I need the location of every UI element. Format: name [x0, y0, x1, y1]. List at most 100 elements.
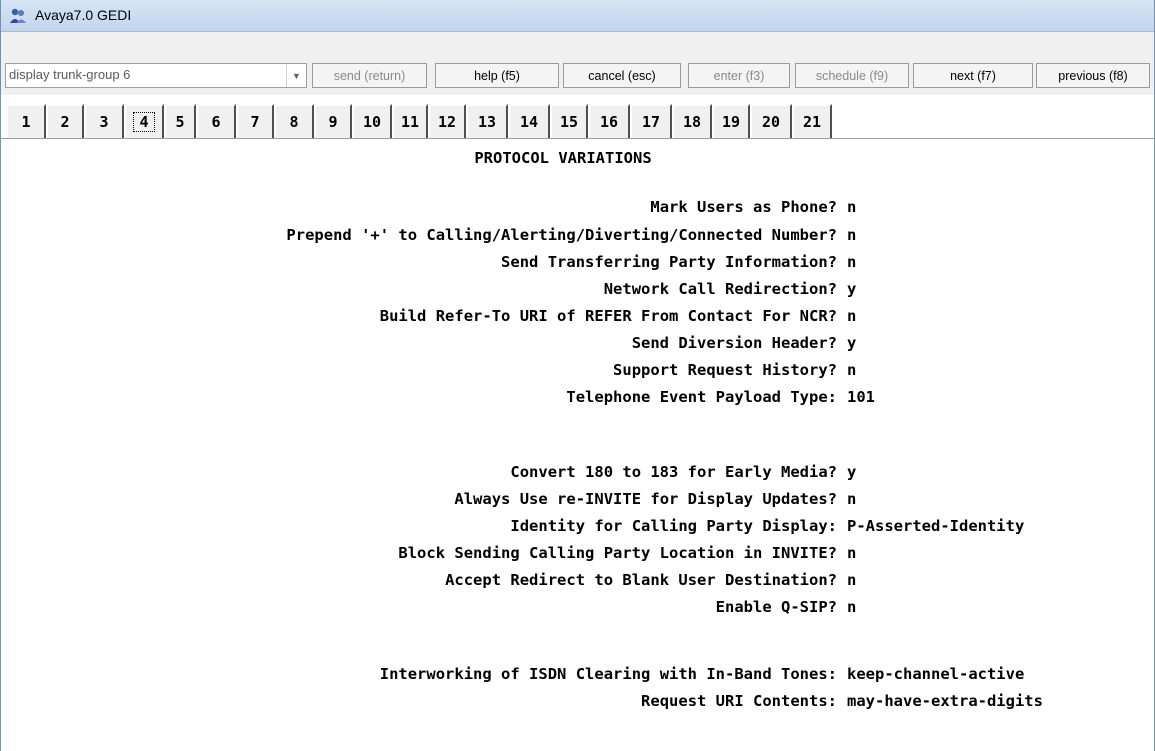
tab-17[interactable]: 17 [630, 104, 672, 138]
field-value[interactable]: y [847, 280, 856, 298]
field-label: Block Sending Calling Party Location in … [398, 544, 837, 562]
send-button[interactable]: send (return) [312, 63, 427, 88]
tab-label: 16 [599, 113, 619, 131]
next-button[interactable]: next (f7) [913, 63, 1033, 88]
tab-14[interactable]: 14 [508, 104, 550, 138]
field-value[interactable]: 101 [847, 388, 875, 406]
tab-3[interactable]: 3 [84, 104, 124, 138]
field-value[interactable]: y [847, 334, 856, 352]
tab-13[interactable]: 13 [466, 104, 508, 138]
tab-11[interactable]: 11 [392, 104, 428, 138]
field-value[interactable]: keep-channel-active [847, 665, 1024, 683]
field-row: Block Sending Calling Party Location in … [1, 544, 1154, 566]
tab-20[interactable]: 20 [750, 104, 792, 138]
field-label: Support Request History? [613, 361, 837, 379]
tab-8[interactable]: 8 [274, 104, 314, 138]
command-combobox[interactable]: display trunk-group 6 ▼ [5, 63, 307, 88]
command-text: display trunk-group 6 [9, 67, 131, 82]
field-value[interactable]: may-have-extra-digits [847, 692, 1043, 710]
field-row: Send Diversion Header? y [1, 334, 1154, 356]
field-value[interactable]: n [847, 490, 856, 508]
field-value[interactable]: n [847, 198, 856, 216]
tab-label: 12 [437, 113, 457, 131]
field-value[interactable]: n [847, 253, 856, 271]
application-window: Avaya7.0 GEDI display trunk-group 6 ▼ se… [0, 0, 1155, 751]
tab-label: 4 [133, 112, 155, 132]
tab-label: 15 [559, 113, 579, 131]
tab-15[interactable]: 15 [550, 104, 588, 138]
field-value[interactable]: n [847, 307, 856, 325]
chevron-down-icon[interactable]: ▼ [286, 64, 306, 87]
field-value[interactable]: P-Asserted-Identity [847, 517, 1024, 535]
field-value[interactable]: n [847, 226, 856, 244]
field-label: Prepend '+' to Calling/Alerting/Divertin… [286, 226, 837, 244]
field-value[interactable]: n [847, 544, 856, 562]
field-row: Telephone Event Payload Type: 101 [1, 388, 1154, 410]
field-value[interactable]: n [847, 571, 856, 589]
field-label: Enable Q-SIP? [715, 598, 837, 616]
tab-7[interactable]: 7 [236, 104, 274, 138]
avaya-app-icon [10, 8, 26, 23]
cancel-button[interactable]: cancel (esc) [563, 63, 681, 88]
tab-label: 9 [328, 113, 338, 131]
tab-label: 20 [761, 113, 781, 131]
tab-label: 21 [802, 113, 822, 131]
tab-label: 10 [362, 113, 382, 131]
field-label: Accept Redirect to Blank User Destinatio… [445, 571, 837, 589]
tab-divider [1, 138, 1154, 139]
field-label: Always Use re-INVITE for Display Updates… [454, 490, 837, 508]
tab-16[interactable]: 16 [588, 104, 630, 138]
tab-4[interactable]: 4 [124, 104, 164, 138]
enter-button[interactable]: enter (f3) [688, 63, 790, 88]
tab-2[interactable]: 2 [46, 104, 84, 138]
page-tabs: 1 2 3 4 5 6 7 8 9 10 11 12 13 14 15 16 17 18 19 20 21 [6, 104, 832, 138]
previous-button[interactable]: previous (f8) [1036, 63, 1150, 88]
tab-label: 2 [60, 113, 70, 131]
tab-9[interactable]: 9 [314, 104, 352, 138]
field-label: Build Refer-To URI of REFER From Contact… [379, 307, 837, 325]
field-label: Request URI Contents: [641, 692, 837, 710]
tab-label: 1 [21, 113, 31, 131]
title-bar[interactable]: Avaya7.0 GEDI [1, 0, 1154, 32]
tab-label: 3 [99, 113, 109, 131]
field-label: Telephone Event Payload Type: [566, 388, 837, 406]
help-button[interactable]: help (f5) [435, 63, 559, 88]
field-label: Interworking of ISDN Clearing with In-Ba… [379, 665, 837, 683]
tab-label: 19 [721, 113, 741, 131]
tab-label: 11 [400, 113, 420, 131]
field-label: Send Diversion Header? [631, 334, 837, 352]
field-row: Build Refer-To URI of REFER From Contact… [1, 307, 1154, 329]
field-value[interactable]: y [847, 463, 856, 481]
field-row: Interworking of ISDN Clearing with In-Ba… [1, 665, 1154, 687]
tab-label: 6 [211, 113, 221, 131]
tab-label: 13 [477, 113, 497, 131]
field-label: Identity for Calling Party Display: [510, 517, 837, 535]
tab-label: 18 [682, 113, 702, 131]
command-toolbar: display trunk-group 6 ▼ send (return) he… [1, 32, 1154, 95]
field-value[interactable]: n [847, 361, 856, 379]
tab-label: 17 [641, 113, 661, 131]
screen-title: PROTOCOL VARIATIONS [474, 149, 652, 167]
field-row: Prepend '+' to Calling/Alerting/Divertin… [1, 226, 1154, 248]
tab-1[interactable]: 1 [6, 104, 46, 138]
tab-5[interactable]: 5 [164, 104, 196, 138]
tab-21[interactable]: 21 [792, 104, 832, 138]
field-label: Send Transferring Party Information? [501, 253, 837, 271]
tab-6[interactable]: 6 [196, 104, 236, 138]
schedule-button[interactable]: schedule (f9) [795, 63, 909, 88]
tab-12[interactable]: 12 [428, 104, 466, 138]
field-row: Accept Redirect to Blank User Destinatio… [1, 571, 1154, 593]
tab-label: 8 [289, 113, 299, 131]
field-label: Convert 180 to 183 for Early Media? [510, 463, 837, 481]
field-row: Convert 180 to 183 for Early Media? y [1, 463, 1154, 485]
form-screen: PROTOCOL VARIATIONS Mark Users as Phone?… [1, 140, 1154, 751]
field-row: Identity for Calling Party Display: P-Ass… [1, 517, 1154, 539]
field-row: Always Use re-INVITE for Display Updates… [1, 490, 1154, 512]
tab-label: 5 [175, 113, 185, 131]
tab-label: 7 [250, 113, 260, 131]
tab-10[interactable]: 10 [352, 104, 392, 138]
field-value[interactable]: n [847, 598, 856, 616]
field-row: Send Transferring Party Information? n [1, 253, 1154, 275]
tab-19[interactable]: 19 [712, 104, 750, 138]
tab-18[interactable]: 18 [672, 104, 712, 138]
